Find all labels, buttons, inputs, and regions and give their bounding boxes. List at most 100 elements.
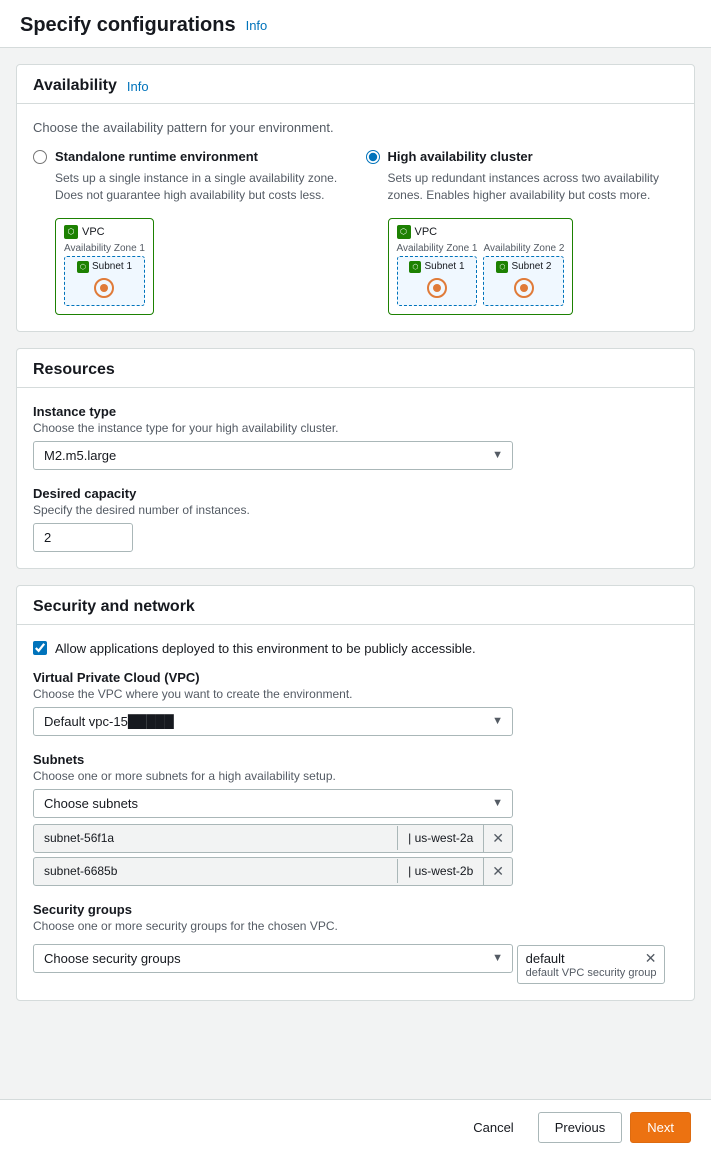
desired-capacity-group: Desired capacity Specify the desired num… [33,486,678,552]
standalone-instance [93,277,115,299]
subnet-tag-1-az: | us-west-2a [398,826,483,850]
ha-instance2-inner [520,284,528,292]
ha-radio-row[interactable]: High availability cluster [366,149,679,164]
ha-vpc-box: ⬡ VPC Availability Zone 1 ⬡ Subnet [388,218,574,315]
ha-vpc-label: ⬡ VPC [397,225,565,239]
standalone-radio-row[interactable]: Standalone runtime environment [33,149,346,164]
main-content: Availability Info Choose the availabilit… [0,48,711,1081]
subnets-select-wrapper: Choose subnets ▼ [33,789,513,818]
ha-label[interactable]: High availability cluster [388,149,533,164]
availability-section: Availability Info Choose the availabilit… [16,64,695,332]
page-header: Specify configurations Info [0,0,711,48]
ha-subnet1-icon: ⬡ [409,261,421,273]
subnets-select[interactable]: Choose subnets [33,789,513,818]
subnets-group: Subnets Choose one or more subnets for a… [33,752,678,886]
standalone-vpc-icon: ⬡ [64,225,78,239]
footer: Cancel Previous Next [0,1099,711,1155]
security-groups-hint: Choose one or more security groups for t… [33,919,678,933]
desired-capacity-input[interactable] [33,523,133,552]
security-groups-group: Security groups Choose one or more secur… [33,902,678,984]
subnet-tags: subnet-56f1a | us-west-2a ✕ subnet-6685b… [33,824,678,886]
ha-subnet1-label: ⬡ Subnet 1 [409,261,464,273]
standalone-subnet: ⬡ Subnet 1 [64,256,145,306]
standalone-diagram: ⬡ VPC Availability Zone 1 ⬡ Subnet 1 [33,218,346,315]
vpc-label: Virtual Private Cloud (VPC) [33,670,678,685]
subnet-tag-2-az: | us-west-2b [398,859,483,883]
security-tag-name: default [526,951,565,966]
ha-diagram: ⬡ VPC Availability Zone 1 ⬡ Subnet [366,218,679,315]
security-groups-label: Security groups [33,902,678,917]
availability-description: Choose the availability pattern for your… [33,120,678,135]
ha-az1-label: Availability Zone 1 [397,243,478,254]
security-tag-default: default ✕ default VPC security group [517,945,666,984]
ha-az2: Availability Zone 2 ⬡ Subnet 2 [483,243,564,306]
standalone-option: Standalone runtime environment Sets up a… [33,149,346,315]
vpc-select[interactable]: Default vpc-15█████ [33,707,513,736]
subnets-label: Subnets [33,752,678,767]
instance-type-select-wrapper: M2.m5.large M2.m5.xlarge M2.m5.2xlarge ▼ [33,441,513,470]
ha-subnet2-label: ⬡ Subnet 2 [496,261,551,273]
ha-instance2-circle [514,278,534,298]
ha-az-row: Availability Zone 1 ⬡ Subnet 1 [397,243,565,306]
resources-body: Instance type Choose the instance type f… [17,388,694,568]
subnet-tag-2: subnet-6685b | us-west-2b ✕ [33,857,513,886]
security-tag-row: default ✕ [526,950,657,967]
security-network-header: Security and network [17,586,694,625]
desired-capacity-label: Desired capacity [33,486,678,501]
subnet-tag-1: subnet-56f1a | us-west-2a ✕ [33,824,513,853]
ha-instance2 [513,277,535,299]
desired-capacity-hint: Specify the desired number of instances. [33,503,678,517]
subnets-hint: Choose one or more subnets for a high av… [33,769,678,783]
security-groups-select[interactable]: Choose security groups [33,944,513,973]
subnet-tag-1-close[interactable]: ✕ [483,825,512,852]
availability-body: Choose the availability pattern for your… [17,104,694,331]
standalone-vpc-box: ⬡ VPC Availability Zone 1 ⬡ Subnet 1 [55,218,154,315]
instance-type-label: Instance type [33,404,678,419]
resources-header: Resources [17,349,694,388]
ha-desc: Sets up redundant instances across two a… [366,170,679,204]
ha-instance1-circle [427,278,447,298]
availability-header: Availability Info [17,65,694,104]
ha-instance1 [426,277,448,299]
standalone-instance-circle [94,278,114,298]
standalone-subnet-label: ⬡ Subnet 1 [77,261,132,273]
security-network-section: Security and network Allow applications … [16,585,695,1001]
standalone-subnet-icon: ⬡ [77,261,89,273]
ha-subnet1: ⬡ Subnet 1 [397,256,478,306]
ha-radio[interactable] [366,150,380,164]
public-access-row[interactable]: Allow applications deployed to this envi… [33,641,678,656]
security-tag-desc: default VPC security group [526,967,657,979]
ha-instance1-inner [433,284,441,292]
security-tag-close[interactable]: ✕ [645,950,657,967]
standalone-radio[interactable] [33,150,47,164]
resources-title: Resources [33,361,115,379]
security-network-body: Allow applications deployed to this envi… [17,625,694,1000]
ha-az1: Availability Zone 1 ⬡ Subnet 1 [397,243,478,306]
page-info-link[interactable]: Info [246,18,268,33]
standalone-vpc-label: ⬡ VPC [64,225,145,239]
cancel-button[interactable]: Cancel [457,1112,529,1143]
standalone-label[interactable]: Standalone runtime environment [55,149,258,164]
standalone-desc: Sets up a single instance in a single av… [33,170,346,204]
availability-info-link[interactable]: Info [127,79,149,94]
next-button[interactable]: Next [630,1112,691,1143]
vpc-hint: Choose the VPC where you want to create … [33,687,678,701]
public-access-label[interactable]: Allow applications deployed to this envi… [55,641,476,656]
ha-vpc-icon: ⬡ [397,225,411,239]
standalone-instance-inner [100,284,108,292]
subnet-tag-2-close[interactable]: ✕ [483,858,512,885]
security-network-title: Security and network [33,598,195,616]
vpc-group: Virtual Private Cloud (VPC) Choose the V… [33,670,678,736]
previous-button[interactable]: Previous [538,1112,623,1143]
standalone-az: Availability Zone 1 ⬡ Subnet 1 [64,243,145,306]
ha-option: High availability cluster Sets up redund… [366,149,679,315]
public-access-checkbox[interactable] [33,641,47,655]
security-groups-select-wrapper: Choose security groups ▼ [33,944,513,973]
subnet-tag-2-name: subnet-6685b [34,859,398,883]
standalone-az-label: Availability Zone 1 [64,243,145,254]
instance-type-hint: Choose the instance type for your high a… [33,421,678,435]
availability-options: Standalone runtime environment Sets up a… [33,149,678,315]
instance-type-group: Instance type Choose the instance type f… [33,404,678,470]
vpc-select-wrapper: Default vpc-15█████ ▼ [33,707,513,736]
instance-type-select[interactable]: M2.m5.large M2.m5.xlarge M2.m5.2xlarge [33,441,513,470]
